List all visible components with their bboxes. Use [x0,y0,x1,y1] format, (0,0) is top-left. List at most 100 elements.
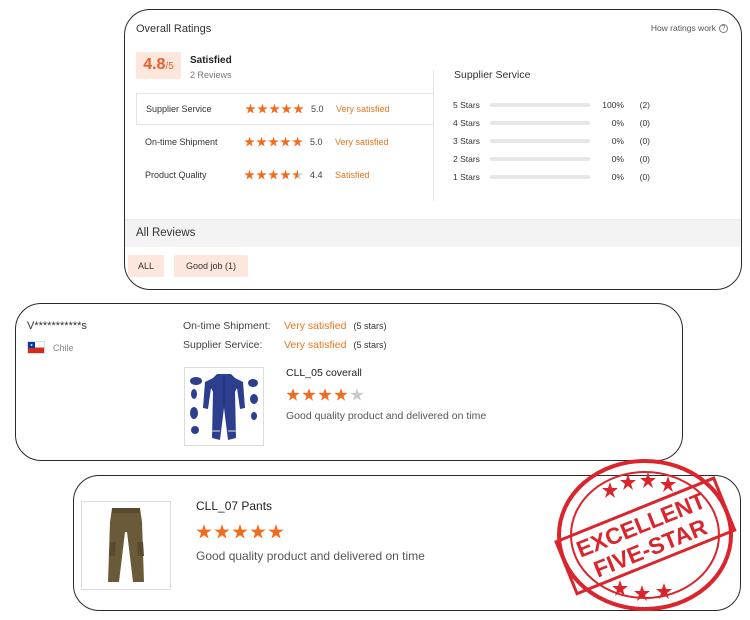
shipment-value: Very satisfied [284,320,347,332]
satisfaction-label: Satisfied [190,55,232,66]
star-icon [292,169,303,180]
star-icon [244,169,255,180]
category-stars [244,169,310,181]
star-icon [268,524,284,539]
category-stars [244,136,310,148]
product-name[interactable]: CLL_05 coverall [286,367,362,379]
distribution-bar [490,157,590,161]
category-label: Very satisfied [335,137,389,147]
star-icon [292,136,303,147]
category-name: Product Quality [145,170,207,180]
reviews-count: 2 Reviews [190,70,232,80]
reviewer-country: Chile [27,341,74,354]
product-image-pants[interactable] [81,501,171,590]
service-value: Very satisfied [284,339,347,351]
distribution-label: 1 Stars [453,172,480,182]
how-ratings-work-link[interactable]: How ratings work ? [651,23,728,33]
star-icon [268,169,279,180]
shipment-rating-row: On-time Shipment: Very satisfied (5 star… [183,320,386,332]
all-reviews-title: All Reviews [136,227,196,239]
category-row-on-time-shipment: On-time Shipment 5.0 Very satisfied [136,126,433,158]
supplier-service-distribution-title: Supplier Service [454,69,531,81]
distribution-bar [490,103,590,107]
distribution-label: 4 Stars [453,118,480,128]
category-label: Very satisfied [336,104,390,114]
product-image-coverall[interactable] [184,367,264,446]
distribution-bar [490,175,590,179]
distribution-percent: 0% [611,136,624,146]
star-icon [281,103,292,114]
reviewer-username: V***********s [27,320,87,332]
star-icon [232,524,248,539]
distribution-row-1: 1 Stars 0% (0) [453,171,650,183]
review-text: Good quality product and delivered on ti… [196,549,425,563]
distribution-percent: 100% [602,100,624,110]
distribution-count: (2) [639,100,650,110]
distribution-row-3: 3 Stars 0% (0) [453,135,650,147]
star-icon [318,388,332,401]
service-stars-text: (5 stars) [353,340,387,350]
star-icon [244,136,255,147]
overall-score: 4.8 [143,56,166,73]
distribution-bar [490,121,590,125]
help-circle-icon: ? [719,23,728,33]
star-icon [280,136,291,147]
review-text: Good quality product and delivered on ti… [286,410,487,422]
distribution-bar [490,139,590,143]
star-icon [269,103,280,114]
distribution-row-4: 4 Stars 0% (0) [453,117,650,129]
service-label: Supplier Service: [183,339,263,351]
star-icon [250,524,266,539]
shipment-stars-text: (5 stars) [353,321,387,331]
category-label: Satisfied [335,170,370,180]
star-icon [256,136,267,147]
distribution-row-2: 2 Stars 0% (0) [453,153,650,165]
star-icon [214,524,230,539]
review-card-1: V***********s Chile On-time Shipment: Ve… [15,303,683,461]
distribution-count: (0) [639,154,650,164]
star-icon [286,388,300,401]
star-icon [280,169,291,180]
category-score: 5.0 [311,104,324,114]
category-row-product-quality: Product Quality 4.4 Satisfied [136,159,433,191]
category-row-supplier-service: Supplier Service 5.0 Very satisfied [136,93,433,125]
star-icon [245,103,256,114]
distribution-label: 5 Stars [453,100,480,110]
chile-flag-icon [27,341,45,354]
category-name: On-time Shipment [145,137,218,147]
category-stars [245,103,311,115]
how-ratings-work-label: How ratings work [650,23,716,33]
distribution-percent: 0% [611,154,624,164]
category-name: Supplier Service [146,104,212,114]
star-icon [302,388,316,401]
overall-score-suffix: /5 [165,61,174,72]
distribution-row-5: 5 Stars 100% (2) [453,99,650,111]
product-name[interactable]: CLL_07 Pants [196,499,272,513]
overall-score-badge: 4.8 /5 [136,52,181,79]
star-icon [350,388,364,401]
distribution-count: (0) [639,118,650,128]
shipment-label: On-time Shipment: [183,320,271,332]
category-score: 5.0 [310,137,323,147]
overall-ratings-panel: Overall Ratings How ratings work ? 4.8 /… [124,9,742,290]
distribution-count: (0) [639,172,650,182]
section-divider [433,70,434,201]
star-icon [268,136,279,147]
review-stars [196,524,284,540]
distribution-label: 3 Stars [453,136,480,146]
star-icon [256,169,267,180]
star-icon [196,524,212,539]
filter-chip-good-job[interactable]: Good job (1) [174,255,248,277]
service-rating-row: Supplier Service: Very satisfied (5 star… [183,339,386,351]
star-icon [334,388,348,401]
all-reviews-header: All Reviews [125,219,741,247]
filter-chip-all[interactable]: ALL [128,255,164,277]
category-score: 4.4 [310,170,323,180]
review-stars [286,388,364,402]
distribution-count: (0) [639,136,650,146]
distribution-label: 2 Stars [453,154,480,164]
distribution-percent: 0% [611,172,624,182]
country-name: Chile [53,342,74,353]
overall-ratings-title: Overall Ratings [136,23,212,35]
distribution-percent: 0% [611,118,624,128]
